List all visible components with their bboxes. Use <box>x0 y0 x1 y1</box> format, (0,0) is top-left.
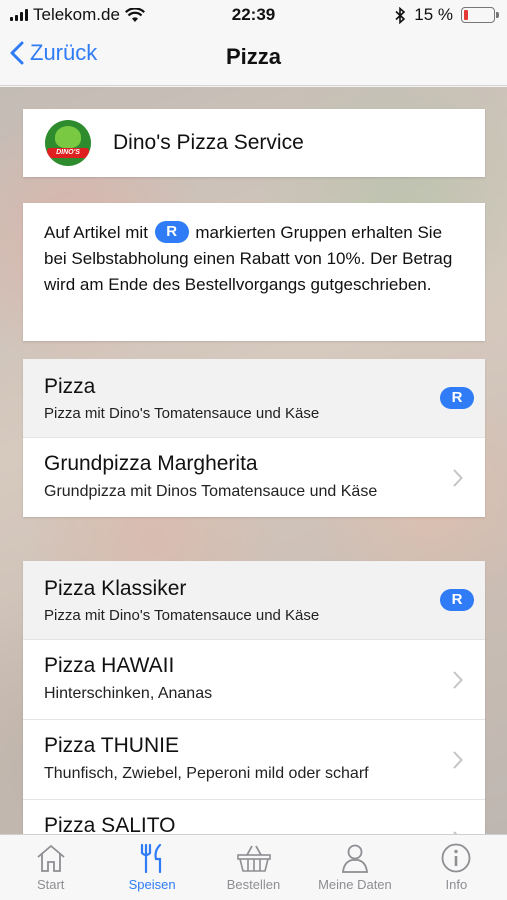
item-title: Grundpizza Margherita <box>44 452 258 475</box>
tab-label: Speisen <box>128 877 176 892</box>
menu-group: Pizza Klassiker Pizza mit Dino's Tomaten… <box>23 561 485 834</box>
tab-label: Bestellen <box>226 877 281 892</box>
group-subtitle: Pizza mit Dino's Tomatensauce und Käse <box>44 405 320 422</box>
chevron-right-icon <box>453 671 463 689</box>
group-title: Pizza Klassiker <box>44 577 187 600</box>
item-title: Pizza SALITO <box>44 814 176 834</box>
status-right: 15 % <box>395 5 499 25</box>
menu-item-row[interactable]: Grundpizza Margherita Grundpizza mit Din… <box>23 437 485 517</box>
chevron-left-icon <box>10 41 24 65</box>
tab-label: Start <box>36 877 65 892</box>
tab-label: Info <box>445 877 468 892</box>
back-label: Zurück <box>30 40 98 65</box>
menu-item-row[interactable]: Pizza THUNIE Thunfisch, Zwiebel, Peperon… <box>23 719 485 799</box>
discount-badge: R <box>440 589 474 611</box>
discount-info: Auf Artikel mit R markierten Gruppen erh… <box>23 203 485 341</box>
menu-item-row[interactable]: Pizza HAWAII Hinterschinken, Ananas <box>23 639 485 719</box>
info-icon <box>441 843 471 873</box>
tab-bestellen[interactable]: Bestellen <box>203 835 304 900</box>
shop-header: DINO'S Dino's Pizza Service <box>23 109 485 177</box>
item-title: Pizza THUNIE <box>44 734 179 757</box>
bluetooth-icon <box>395 6 406 24</box>
status-bar: Telekom.de 22:39 15 % <box>0 0 507 30</box>
battery-percent: 15 % <box>414 5 453 24</box>
shop-logo: DINO'S <box>45 120 91 166</box>
item-subtitle: Thunfisch, Zwiebel, Peperoni mild oder s… <box>44 765 369 782</box>
menu-content[interactable]: DINO'S Dino's Pizza Service Auf Artikel … <box>0 87 507 834</box>
navigation-bar: Zurück Pizza <box>0 30 507 86</box>
person-icon <box>341 844 368 873</box>
battery-icon <box>461 7 499 23</box>
tab-label: Meine Daten <box>318 877 392 892</box>
group-header: Pizza Klassiker Pizza mit Dino's Tomaten… <box>23 561 485 639</box>
group-subtitle: Pizza mit Dino's Tomatensauce und Käse <box>44 607 320 624</box>
back-button[interactable]: Zurück <box>10 40 97 66</box>
item-subtitle: Hinterschinken, Ananas <box>44 685 213 702</box>
discount-badge: R <box>440 387 474 409</box>
tab-bar: Start Speisen Bestellen Meine Daten Info <box>0 834 507 900</box>
item-subtitle: Grundpizza mit Dinos Tomatensauce und Kä… <box>44 483 378 500</box>
info-text-before: Auf Artikel mit <box>44 223 148 242</box>
tab-meine-daten[interactable]: Meine Daten <box>304 835 405 900</box>
basket-icon <box>236 845 271 872</box>
chevron-right-icon <box>453 751 463 769</box>
home-icon <box>37 844 65 872</box>
menu-group: Pizza Pizza mit Dino's Tomatensauce und … <box>23 359 485 517</box>
tab-speisen[interactable]: Speisen <box>101 835 202 900</box>
cutlery-icon <box>141 843 162 873</box>
chevron-right-icon <box>453 469 463 487</box>
group-header: Pizza Pizza mit Dino's Tomatensauce und … <box>23 359 485 437</box>
item-title: Pizza HAWAII <box>44 654 175 677</box>
menu-item-row[interactable]: Pizza SALITO <box>23 799 485 834</box>
discount-badge: R <box>154 221 189 244</box>
group-title: Pizza <box>44 375 96 398</box>
tab-start[interactable]: Start <box>0 835 101 900</box>
tab-info[interactable]: Info <box>406 835 507 900</box>
shop-name: Dino's Pizza Service <box>113 131 304 154</box>
